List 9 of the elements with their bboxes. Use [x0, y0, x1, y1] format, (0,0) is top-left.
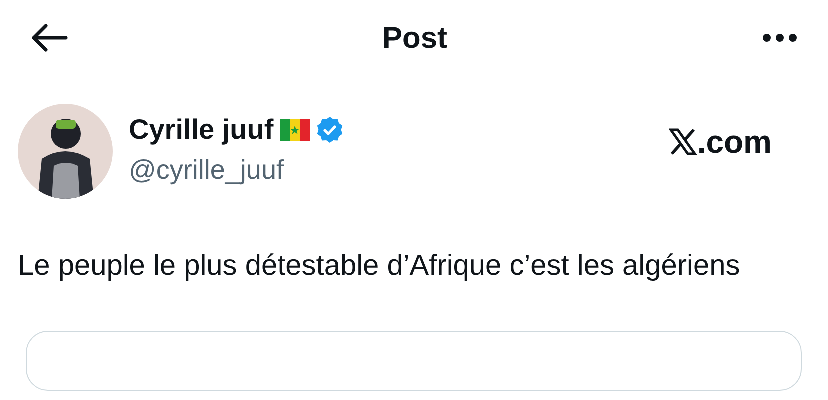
- author-name[interactable]: Cyrille juuf: [129, 116, 274, 144]
- back-arrow-icon[interactable]: [30, 23, 68, 53]
- post-text: Le peuple le plus détestable d’Afrique c’est les algériens: [17, 249, 742, 284]
- author-handle[interactable]: @cyrille_juuf: [129, 150, 344, 190]
- more-icon[interactable]: [762, 33, 798, 43]
- x-logo-icon: [669, 128, 698, 156]
- source-domain: .com: [697, 123, 772, 162]
- flag-icon: [280, 119, 310, 141]
- page-title: Post: [382, 20, 448, 56]
